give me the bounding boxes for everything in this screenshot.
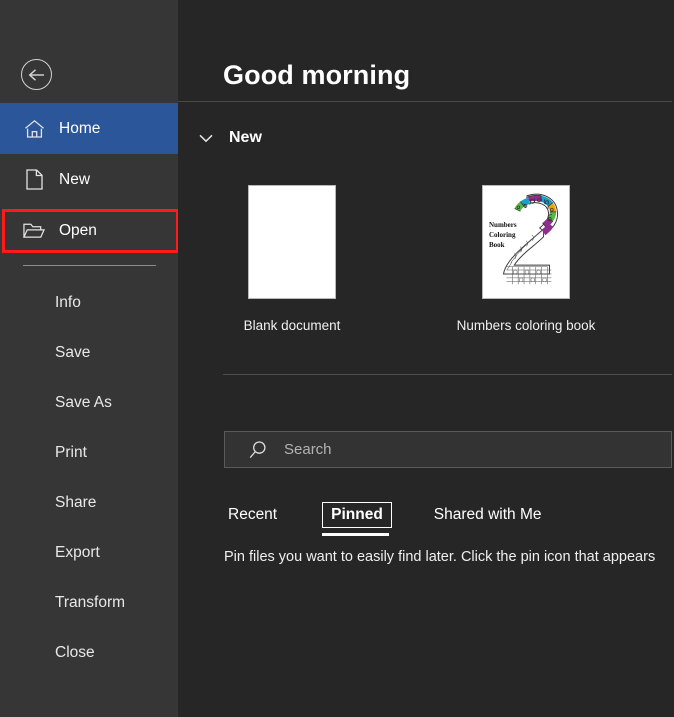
sidebar-item-home[interactable]: Home: [0, 103, 178, 154]
file-list-tabs: Recent Pinned Shared with Me: [224, 498, 546, 536]
sidebar-item-label: New: [59, 170, 91, 188]
cover-title-text: Numbers Coloring Book: [489, 221, 517, 250]
tab-label: Recent: [228, 506, 278, 523]
sidebar-item-close[interactable]: Close: [0, 628, 178, 678]
sidebar-item-info[interactable]: Info: [0, 278, 178, 328]
template-blank-document[interactable]: Blank document: [202, 185, 382, 333]
template-thumbnail: Numbers Coloring Book: [482, 185, 570, 299]
tab-recent[interactable]: Recent: [224, 502, 281, 528]
sidebar-item-share[interactable]: Share: [0, 478, 178, 528]
section-divider: [223, 374, 672, 375]
main-panel: Good morning New Blank document Numbers C…: [178, 0, 674, 717]
search-bar[interactable]: [224, 431, 672, 468]
backstage-view: Home New Open Info Save Save As Print Sh…: [0, 0, 674, 717]
sidebar-item-label: Transform: [55, 594, 126, 611]
template-thumbnail: [248, 185, 336, 299]
template-label: Blank document: [243, 318, 341, 333]
sidebar-secondary-nav: Info Save Save As Print Share Export Tra…: [0, 278, 178, 678]
template-label: Numbers coloring book: [456, 318, 596, 333]
open-folder-icon: [23, 220, 45, 242]
search-input[interactable]: [284, 441, 654, 458]
sidebar-primary-nav: Home New Open: [0, 103, 178, 256]
sidebar-item-label: Save As: [55, 394, 112, 411]
empty-state-hint: Pin files you want to easily find later.…: [224, 549, 656, 565]
search-icon: [246, 438, 270, 462]
sidebar-item-transform[interactable]: Transform: [0, 578, 178, 628]
back-button[interactable]: [21, 59, 52, 90]
sidebar-item-label: Open: [59, 221, 97, 239]
tab-shared-with-me[interactable]: Shared with Me: [430, 502, 546, 528]
sidebar-item-open[interactable]: Open: [0, 205, 178, 256]
sidebar-item-save-as[interactable]: Save As: [0, 378, 178, 428]
tab-pinned[interactable]: Pinned: [321, 502, 392, 536]
sidebar-item-label: Print: [55, 444, 87, 461]
back-arrow-icon: [21, 59, 52, 90]
sidebar: Home New Open Info Save Save As Print Sh…: [0, 0, 179, 717]
sidebar-item-label: Save: [55, 344, 91, 361]
header-divider: [178, 101, 672, 102]
sidebar-item-label: Home: [59, 119, 101, 137]
template-numbers-coloring-book[interactable]: Numbers Coloring Book Numbers coloring b…: [436, 185, 616, 333]
sidebar-item-new[interactable]: New: [0, 154, 178, 205]
new-section-header[interactable]: New: [196, 126, 262, 150]
new-document-icon: [23, 169, 45, 191]
chevron-down-icon: [196, 128, 216, 148]
tab-label: Shared with Me: [433, 506, 542, 523]
sidebar-item-label: Export: [55, 544, 100, 561]
tab-label: Pinned: [331, 506, 383, 523]
template-gallery: Blank document Numbers Coloring Book Num…: [178, 185, 672, 345]
sidebar-item-label: Share: [55, 494, 97, 511]
sidebar-item-save[interactable]: Save: [0, 328, 178, 378]
home-icon: [23, 118, 45, 140]
page-title: Good morning: [223, 60, 411, 90]
sidebar-item-print[interactable]: Print: [0, 428, 178, 478]
sidebar-divider: [23, 265, 156, 266]
sidebar-item-export[interactable]: Export: [0, 528, 178, 578]
new-section-title: New: [229, 129, 262, 146]
sidebar-item-label: Close: [55, 644, 95, 661]
sidebar-item-label: Info: [55, 294, 81, 311]
